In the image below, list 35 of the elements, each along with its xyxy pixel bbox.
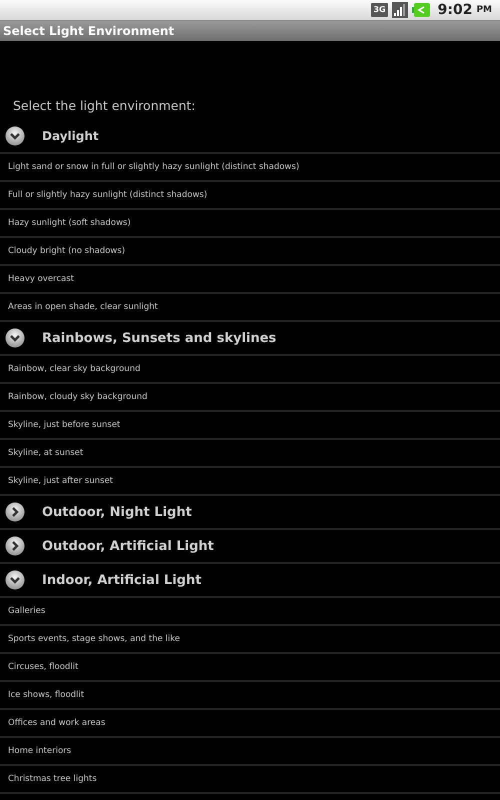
group-header[interactable]: Outdoor, Artificial Light — [0, 530, 500, 564]
list-item[interactable]: Offices and work areas — [0, 710, 500, 738]
group-header[interactable]: Outdoor, Night Light — [0, 496, 500, 530]
group-title: Outdoor, Night Light — [42, 504, 192, 520]
network-icon: 3G — [371, 3, 388, 17]
signal-icon — [392, 2, 408, 18]
list-item[interactable]: Galleries — [0, 598, 500, 626]
list-item[interactable]: Areas in open shade, clear sunlight — [0, 294, 500, 322]
group-header[interactable]: Daylight — [0, 120, 500, 154]
list-item[interactable]: Heavy overcast — [0, 266, 500, 294]
list-item[interactable]: Christmas tree lights — [0, 766, 500, 794]
group-title: Outdoor, Artificial Light — [42, 538, 214, 554]
group-title: Daylight — [42, 129, 99, 143]
list-item[interactable]: Home interiors — [0, 738, 500, 766]
list-item[interactable]: Skyline, just before sunset — [0, 412, 500, 440]
battery-icon — [412, 3, 430, 17]
prompt-text: Select the light environment: — [13, 98, 196, 113]
list-item[interactable]: Cloudy bright (no shadows) — [0, 238, 500, 266]
clock-meridiem: PM — [476, 5, 492, 15]
group-title: Indoor, Artificial Light — [42, 572, 202, 588]
list-item[interactable]: Rainbow, clear sky background — [0, 356, 500, 384]
list-item[interactable]: Skyline, just after sunset — [0, 468, 500, 496]
window-title: Select Light Environment — [3, 24, 174, 38]
list-item[interactable]: Circuses, floodlit — [0, 654, 500, 682]
list-item[interactable]: Light sand or snow in full or slightly hazy sunlight (distinct shadows) — [0, 154, 500, 182]
list-item[interactable]: Skyline, at sunset — [0, 440, 500, 468]
group-header[interactable]: Indoor, Artificial Light — [0, 564, 500, 598]
group-header[interactable]: Rainbows, Sunsets and skylines — [0, 322, 500, 356]
group-title: Rainbows, Sunsets and skylines — [42, 330, 276, 346]
list-item[interactable]: Hazy sunlight (soft shadows) — [0, 210, 500, 238]
list-item[interactable]: Rainbow, cloudy sky background — [0, 384, 500, 412]
clock-time: 9:02 — [438, 2, 472, 18]
list-item[interactable]: Full or slightly hazy sunlight (distinct shadows) — [0, 182, 500, 210]
list-item[interactable]: Sports events, stage shows, and the like — [0, 626, 500, 654]
list-item[interactable]: Ice shows, floodlit — [0, 682, 500, 710]
